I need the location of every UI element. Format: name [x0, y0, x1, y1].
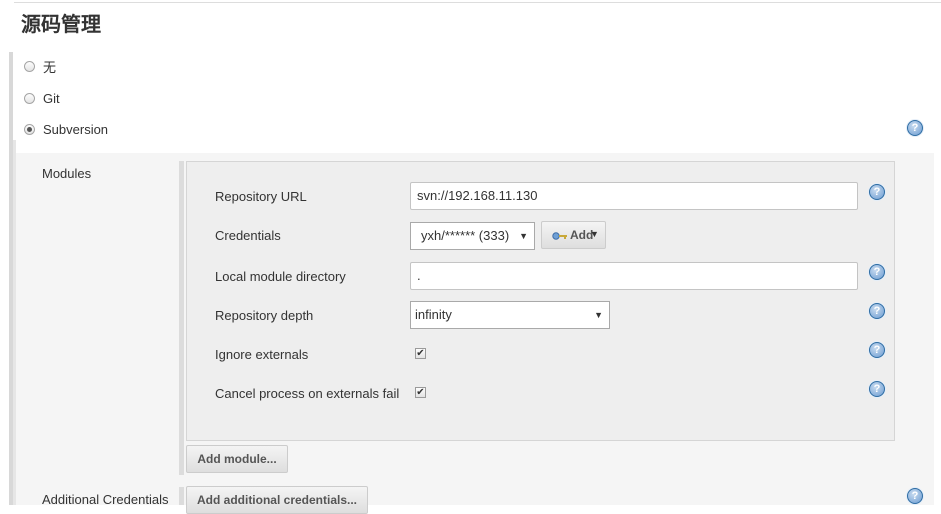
radio-git[interactable]: [24, 92, 35, 104]
key-icon: [552, 232, 567, 240]
add-module-button[interactable]: Add module...: [186, 445, 288, 473]
scm-option-none[interactable]: 无: [24, 56, 56, 76]
add-additional-credentials-button[interactable]: Add additional credentials...: [186, 486, 368, 514]
scm-option-subversion[interactable]: Subversion: [24, 119, 108, 139]
radio-none[interactable]: [24, 60, 35, 72]
section-title: 源码管理: [21, 12, 101, 36]
add-credentials-button[interactable]: Add ▼: [541, 221, 606, 249]
modules-label: Modules: [42, 166, 92, 181]
modules-left-bar: [179, 161, 184, 475]
scm-option-git[interactable]: Git: [24, 88, 60, 108]
radio-subversion[interactable]: [24, 123, 35, 135]
help-icon[interactable]: ?: [869, 342, 885, 358]
credentials-label: Credentials: [215, 228, 281, 243]
help-icon[interactable]: ?: [869, 264, 885, 280]
ignore-externals-label: Ignore externals: [215, 347, 309, 362]
help-icon[interactable]: ?: [869, 381, 885, 397]
cancel-process-checkbox[interactable]: ✔: [415, 387, 426, 398]
local-module-directory-input[interactable]: .: [410, 262, 858, 290]
help-icon[interactable]: ?: [907, 120, 923, 136]
chevron-down-icon: ▼: [594, 310, 603, 320]
scm-option-label: Subversion: [43, 121, 109, 137]
subversion-left-bar: [13, 140, 16, 505]
repository-depth-label: Repository depth: [215, 308, 314, 323]
help-icon[interactable]: ?: [869, 303, 885, 319]
repository-url-input[interactable]: svn://192.168.11.130: [410, 182, 858, 210]
top-divider: [14, 2, 941, 3]
cancel-process-label: Cancel process on externals fail: [215, 386, 400, 401]
scm-option-label: 无: [43, 60, 57, 76]
repository-url-label: Repository URL: [215, 189, 307, 204]
help-icon[interactable]: ?: [907, 488, 923, 504]
local-module-directory-label: Local module directory: [215, 269, 346, 284]
credentials-selected: yxh/****** (333): [421, 228, 510, 243]
credentials-select[interactable]: yxh/****** (333) ▼: [410, 222, 535, 250]
repository-depth-selected: infinity: [415, 307, 452, 322]
scm-option-label: Git: [43, 90, 60, 106]
help-icon[interactable]: ?: [869, 184, 885, 200]
additional-credentials-left-bar: [179, 487, 184, 505]
ignore-externals-checkbox[interactable]: ✔: [415, 348, 426, 359]
chevron-down-icon: ▼: [590, 229, 599, 239]
repository-depth-select[interactable]: infinity ▼: [410, 301, 610, 329]
chevron-down-icon: ▼: [519, 231, 528, 241]
